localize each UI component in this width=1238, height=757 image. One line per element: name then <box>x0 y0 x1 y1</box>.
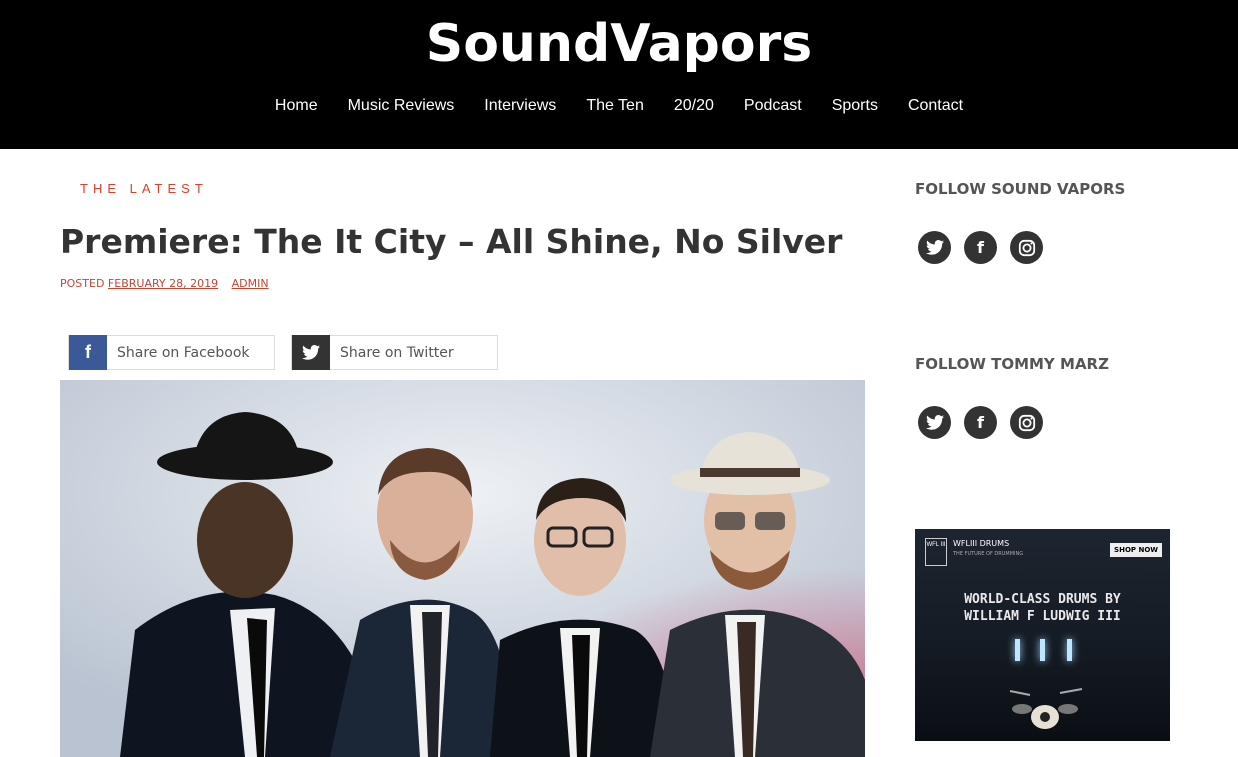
share-facebook-button[interactable]: f Share on Facebook <box>68 335 275 370</box>
share-facebook-label: Share on Facebook <box>117 344 250 361</box>
follow-tommy-marz-title: FOLLOW TOMMY MARZ <box>915 355 1109 373</box>
twitter-icon <box>292 335 330 370</box>
follow-sound-vapors-title: FOLLOW SOUND VAPORS <box>915 180 1126 198</box>
nav-the-ten[interactable]: The Ten <box>571 97 659 115</box>
facebook-icon[interactable]: f <box>964 231 997 264</box>
ad-headline: WORLD-CLASS DRUMS BY WILLIAM F LUDWIG II… <box>915 591 1170 625</box>
stage-light <box>1015 639 1020 661</box>
ad-headline-line1: WORLD-CLASS DRUMS BY <box>964 592 1121 607</box>
main-nav: Home Music Reviews Interviews The Ten 20… <box>0 97 1238 115</box>
nav-sports[interactable]: Sports <box>817 97 893 115</box>
tommy-marz-social-links: f <box>918 406 1043 439</box>
featured-image <box>60 380 865 757</box>
stage-light <box>1040 639 1045 661</box>
wfl-logo: WFL III <box>925 538 947 566</box>
nav-interviews[interactable]: Interviews <box>469 97 571 115</box>
post-date-link[interactable]: FEBRUARY 28, 2019 <box>108 277 218 290</box>
ad-headline-line2: WILLIAM F LUDWIG III <box>964 609 1121 624</box>
drum-kit-illustration <box>1009 688 1083 729</box>
site-title[interactable]: SoundVapors <box>0 14 1238 74</box>
share-twitter-button[interactable]: Share on Twitter <box>291 335 498 370</box>
nav-home[interactable]: Home <box>260 97 333 115</box>
post-author-link[interactable]: ADMIN <box>232 277 269 290</box>
facebook-icon[interactable]: f <box>964 406 997 439</box>
band-photo-illustration <box>60 380 865 757</box>
post-title: Premiere: The It City – All Shine, No Si… <box>60 222 843 261</box>
sound-vapors-social-links: f <box>918 231 1043 264</box>
ad-brand: WFLIII DRUMS <box>953 539 1010 548</box>
nav-contact[interactable]: Contact <box>893 97 978 115</box>
posted-label: POSTED <box>60 277 105 290</box>
share-twitter-label: Share on Twitter <box>340 344 454 361</box>
site-header: SoundVapors Home Music Reviews Interview… <box>0 0 1238 149</box>
drums-advertisement[interactable]: WFL III WFLIII DRUMS THE FUTURE OF DRUMM… <box>915 529 1170 741</box>
twitter-icon[interactable] <box>918 231 951 264</box>
nav-podcast[interactable]: Podcast <box>729 97 817 115</box>
ad-tagline: THE FUTURE OF DRUMMING <box>953 551 1024 557</box>
stage-light <box>1067 639 1072 661</box>
facebook-icon: f <box>69 335 107 370</box>
shop-now-button[interactable]: SHOP NOW <box>1110 543 1162 557</box>
instagram-icon[interactable] <box>1010 406 1043 439</box>
instagram-icon[interactable] <box>1010 231 1043 264</box>
nav-20-20[interactable]: 20/20 <box>659 97 729 115</box>
nav-music-reviews[interactable]: Music Reviews <box>333 97 470 115</box>
post-category-eyebrow: THE LATEST <box>80 181 208 196</box>
post-meta: POSTED FEBRUARY 28, 2019 ADMIN <box>60 277 269 290</box>
twitter-icon[interactable] <box>918 406 951 439</box>
